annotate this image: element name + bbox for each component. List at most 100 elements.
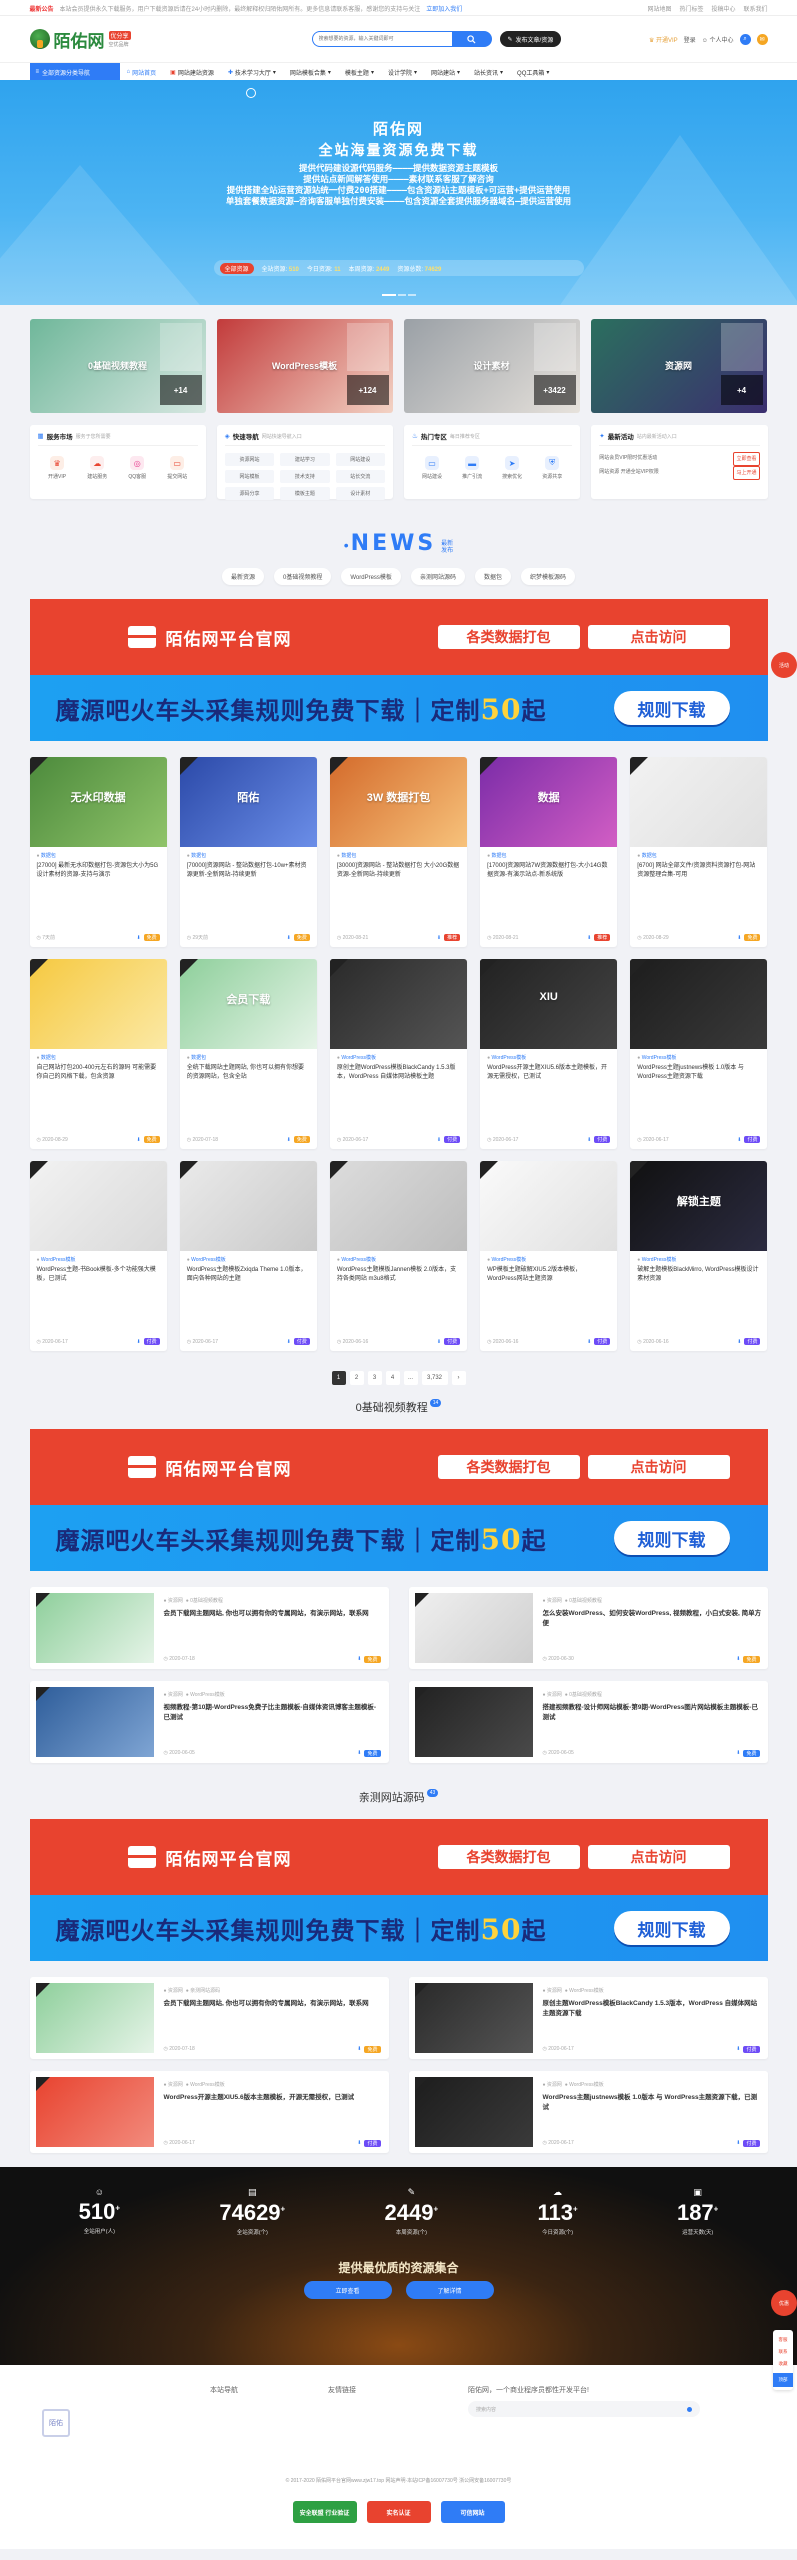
ad-banner-red[interactable]: 陌佑网平台官网 各类数据打包 点击访问 — [29, 1429, 768, 1505]
card-thumbnail[interactable]: 解锁主题 — [630, 1161, 768, 1251]
resource-card[interactable]: ● WordPress模板 WP模板主题破解XIU5.2版本模板，WordPre… — [480, 1161, 618, 1351]
learn-more-button[interactable]: 了解详情 — [405, 2281, 494, 2299]
resource-card[interactable]: ● 数据包 [6700] 网站全部文件/资源资料资源打包-网站资源整理合集-可用… — [630, 757, 768, 947]
card-title[interactable]: WordPress主题模板Jannen模板 2.0版本，支持各类网站 m3u8格… — [330, 1263, 467, 1293]
link-submit[interactable]: 投稿中心 — [711, 4, 735, 13]
search-input[interactable] — [311, 31, 452, 47]
card-thumbnail[interactable] — [35, 1983, 154, 2053]
category-tile[interactable]: WordPress模板 +124 — [216, 319, 393, 413]
logo[interactable]: 陌佑网 优分享 空优品牌 — [29, 27, 270, 52]
card-thumbnail[interactable] — [35, 1687, 154, 1757]
tab-data[interactable]: 数据包 — [474, 568, 511, 585]
card-thumbnail[interactable] — [480, 1161, 618, 1251]
category-tile[interactable]: 0基础视频教程 +14 — [29, 319, 206, 413]
ad-banner-blue[interactable]: 魔源吧火车头采集规则免费下载｜定制50起 规则下载 — [29, 675, 768, 741]
tab-latest[interactable]: 最新资源 — [222, 568, 265, 585]
hot-item[interactable]: ➤ 搜索优化 — [502, 456, 522, 480]
card-thumbnail[interactable] — [329, 1161, 468, 1251]
card-title[interactable]: 搭建视频教程-设计师网站模板-第9期-WordPress图片网站模板主题模板-已… — [543, 1703, 762, 1723]
wide-resource-card[interactable]: ● 资源网 ● 0基础视频教程 会员下载网主题网站, 你也可以拥有你的专属网站，… — [29, 1587, 389, 1669]
search-button[interactable] — [451, 31, 492, 47]
trust-badge[interactable]: 实名认证 — [366, 2501, 431, 2523]
float-contact-button[interactable]: 联系 — [779, 2349, 788, 2355]
quick-link[interactable]: 站长交流 — [335, 470, 385, 483]
ad-visit-button[interactable]: 点击访问 — [587, 1845, 730, 1869]
link-tags[interactable]: 热门标签 — [679, 4, 703, 13]
wide-resource-card[interactable]: ● 资源网 ● 0基础视频教程 搭建视频教程-设计师网站模板-第9期-WordP… — [408, 1681, 768, 1763]
quick-link[interactable]: 模板主题 — [280, 487, 330, 500]
resource-card[interactable]: 会员下载 ● 数据包 全统下载网站主题网站, 你也可以拥有你想要的资源网站，包含… — [179, 959, 317, 1149]
card-thumbnail[interactable] — [35, 2077, 154, 2147]
card-thumbnail[interactable] — [414, 1983, 533, 2053]
card-thumbnail[interactable] — [414, 2077, 533, 2147]
ad-data-button[interactable]: 各类数据打包 — [437, 625, 580, 649]
card-thumbnail[interactable] — [414, 1593, 533, 1663]
card-title[interactable]: WP模板主题破解XIU5.2版本模板，WordPress网站主题资源 — [480, 1263, 617, 1293]
float-activity-button[interactable]: 活动 — [771, 652, 797, 678]
view-now-button[interactable]: 立即查看 — [303, 2281, 392, 2299]
resource-card[interactable]: 3W 数据打包 ● 数据包 [30000]资源网站 - 整站数据打包 大小20G… — [329, 757, 468, 947]
category-tile[interactable]: 设计素材 +3422 — [403, 319, 580, 413]
ad-block-2[interactable]: 陌佑网平台官网 各类数据打包 点击访问 魔源吧火车头采集规则免费下载｜定制50起… — [29, 1429, 768, 1571]
quick-link[interactable]: 技术支持 — [280, 470, 330, 483]
resource-card[interactable]: ● 数据包 自己网站打包200-400元左右的源码 可能需要你自己的风格下载，包… — [29, 959, 167, 1149]
card-title[interactable]: 会员下载网主题网站, 你也可以拥有你的专属网站，有演示网站，联系网 — [164, 1999, 383, 2009]
page-4[interactable]: 4 — [385, 1371, 400, 1385]
quick-link[interactable]: 网站建设 — [335, 453, 385, 466]
card-title[interactable]: 破解主题模板BlackMirro, WordPress模板设计素材资源 — [630, 1263, 767, 1293]
activity-item[interactable]: 网站会员VIP限时优惠活动 立即查看 — [599, 452, 760, 466]
float-coupon-button[interactable]: 优惠 — [771, 2290, 797, 2316]
hero-banner[interactable]: 陌佑网 全站海量资源免费下载 提供代码建设源代码服务————提供数据资源主题模板… — [0, 80, 797, 305]
quick-link[interactable]: 网站模板 — [224, 470, 275, 483]
card-title[interactable]: WordPress开源主题XIU5.6版本主题模板，开源无需授权，已测试 — [164, 2093, 383, 2103]
card-title[interactable]: 原创主题WordPress模板BlackCandy 1.5.3版本，WordPr… — [330, 1061, 467, 1091]
footer-logo[interactable]: 陌佑 — [42, 2409, 70, 2437]
ad-visit-button[interactable]: 点击访问 — [587, 625, 730, 649]
search-circle-icon[interactable]: ⌕ — [739, 33, 751, 45]
resource-card[interactable]: 无水印数据 ● 数据包 [27000] 最新无水印数据打包-资源包大小为5G 设… — [29, 757, 167, 947]
resource-card[interactable]: ● WordPress模板 WordPress主题模板Zxiqda Theme … — [179, 1161, 317, 1351]
quick-link[interactable]: 建站学习 — [280, 453, 330, 466]
resource-card[interactable]: 解锁主题 ● WordPress模板 破解主题模板BlackMirro, Wor… — [630, 1161, 768, 1351]
banner-dots[interactable] — [0, 291, 797, 298]
card-title[interactable]: [27000] 最新无水印数据打包-资源包大小为5G 设计素材的资源-支持与演示 — [30, 859, 167, 889]
nav-build[interactable]: 网站建站 ▾ — [424, 68, 467, 77]
rule-download-button[interactable]: 规则下载 — [613, 1911, 730, 1945]
publish-button[interactable]: ✎ 发布文章/资源 — [499, 31, 562, 47]
vip-button[interactable]: ♛ 开通VIP — [649, 35, 678, 44]
back-to-top-button[interactable]: 顶部 — [773, 2373, 793, 2387]
ad-banner-red[interactable]: 陌佑网平台官网 各类数据打包 点击访问 — [29, 1819, 768, 1895]
card-thumbnail[interactable] — [630, 959, 768, 1049]
resource-card[interactable]: ● WordPress模板 WordPress主题justnews模板 1.0版… — [630, 959, 768, 1149]
card-title[interactable]: [17000]资源网站7W资源数据打包-大小14G数据资源-有演示站点-新系统版 — [480, 859, 617, 889]
nav-home[interactable]: ⌂ 网站首页 — [120, 68, 164, 77]
hot-item[interactable]: ▭ 网站建设 — [422, 456, 442, 480]
card-thumbnail[interactable]: 无水印数据 — [29, 757, 167, 847]
vip-item[interactable]: ♛ 开通VIP — [48, 456, 66, 480]
card-thumbnail[interactable]: 陌佑 — [179, 757, 317, 847]
wide-resource-card[interactable]: ● 资源网 ● 亲测网站源码 会员下载网主题网站, 你也可以拥有你的专属网站，有… — [29, 1977, 389, 2059]
wide-resource-card[interactable]: ● 资源网 ● WordPress模板 视频教程-第10期-WordPress免… — [29, 1681, 389, 1763]
page-2[interactable]: 2 — [349, 1371, 364, 1385]
message-icon[interactable]: ✉ — [756, 33, 768, 45]
nav-templates[interactable]: 网站模板合集 ▾ — [283, 68, 338, 77]
card-title[interactable]: [6700] 网站全部文件/资源资料资源打包-网站资源整理合集-可用 — [630, 859, 767, 889]
card-thumbnail[interactable] — [29, 1161, 167, 1251]
quick-link[interactable]: 设计素材 — [335, 487, 385, 500]
card-title[interactable]: [70000]资源网站 - 整站数据打包-10w+素材资源更新-全新网站-持续更… — [180, 859, 317, 889]
float-service-button[interactable]: 客服 — [779, 2337, 788, 2343]
resource-card[interactable]: 陌佑 ● 数据包 [70000]资源网站 - 整站数据打包-10w+素材资源更新… — [179, 757, 317, 947]
join-link[interactable]: 立即加入我们 — [426, 4, 462, 13]
card-thumbnail[interactable] — [329, 959, 468, 1049]
trust-badge[interactable]: 安全联盟 行业验证 — [292, 2501, 357, 2523]
resource-card[interactable]: 数据 ● 数据包 [17000]资源网站7W资源数据打包-大小14G数据资源-有… — [480, 757, 618, 947]
tab-dede[interactable]: 织梦模板源码 — [520, 568, 575, 585]
card-thumbnail[interactable] — [179, 1161, 317, 1251]
card-thumbnail[interactable] — [630, 757, 768, 847]
card-thumbnail[interactable]: XIU — [480, 959, 618, 1049]
card-title[interactable]: 视频教程-第10期-WordPress免费子比主题模板-自媒体资讯博客主题模板-… — [164, 1703, 383, 1723]
card-thumbnail[interactable] — [414, 1687, 533, 1757]
card-title[interactable]: 怎么安装WordPress、如何安装WordPress, 视频教程，小白式安装,… — [543, 1609, 762, 1629]
wide-resource-card[interactable]: ● 资源网 ● WordPress模板 WordPress主题justnews模… — [408, 2071, 768, 2153]
rule-download-button[interactable]: 规则下载 — [613, 1521, 730, 1555]
